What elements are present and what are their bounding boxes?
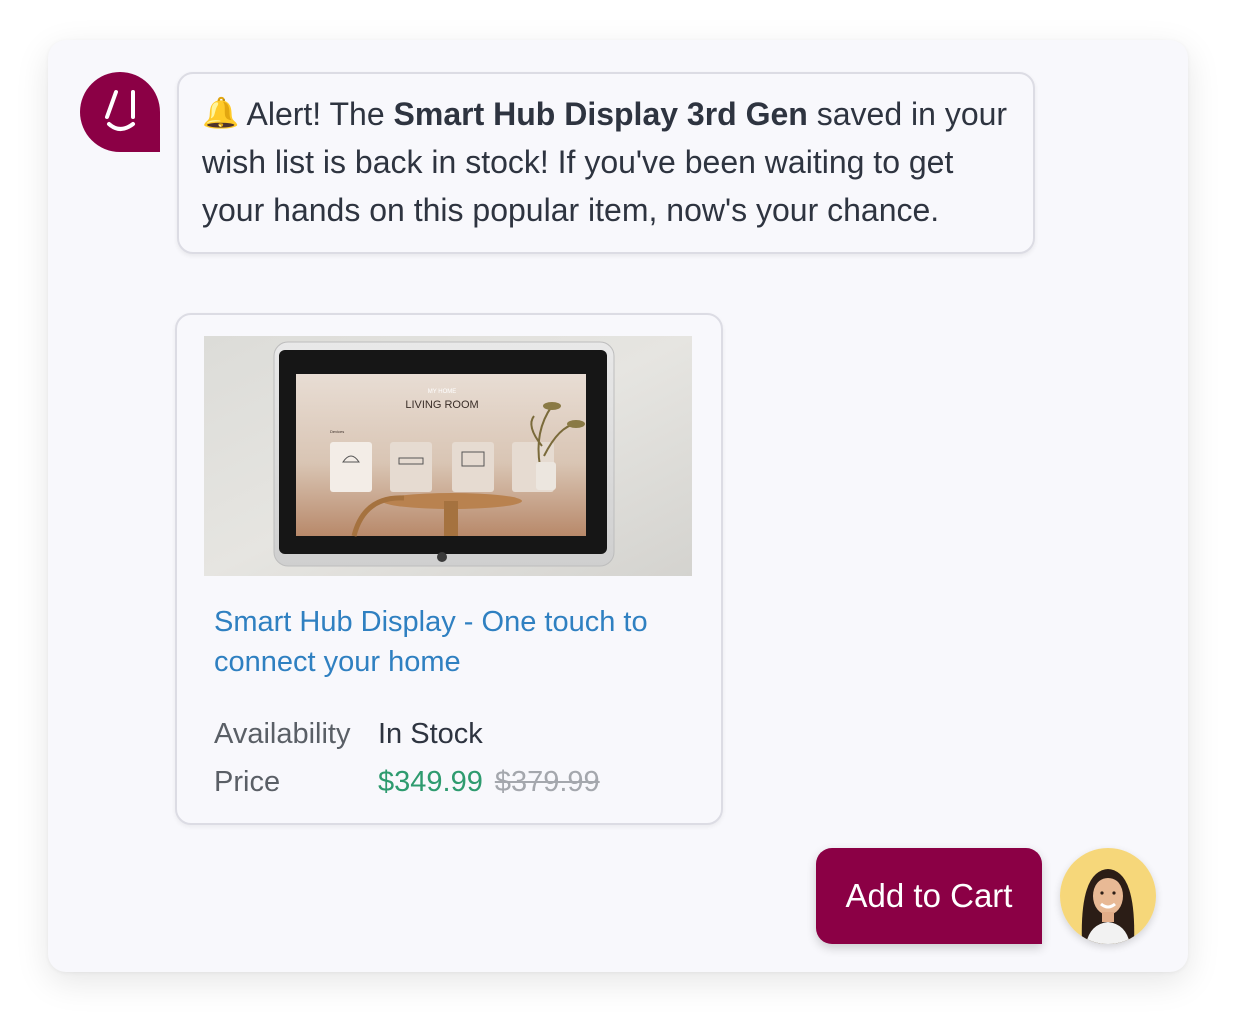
message-text-before: Alert! The [239,96,394,132]
message-product-name: Smart Hub Display 3rd Gen [393,96,808,132]
bell-icon: 🔔 [202,97,240,130]
ai-logo-icon [105,90,135,131]
user-avatar [1060,848,1156,944]
screen-devices-label: Devices [330,429,344,434]
bot-avatar: AI [80,72,160,152]
price-values: $349.99 $379.99 [378,764,600,800]
availability-label: Availability [214,718,351,750]
availability-value: In Stock [378,718,483,750]
product-image[interactable]: MY HOME LIVING ROOM Devices [204,336,692,576]
add-to-cart-button[interactable]: Add to Cart [816,848,1042,944]
bot-message-bubble: 🔔 Alert! The Smart Hub Display 3rd Gen s… [177,72,1035,254]
price-current: $349.99 [378,766,483,798]
product-title-link[interactable]: Smart Hub Display - One touch to connect… [214,602,694,682]
price-label: Price [214,766,281,798]
screen-title: LIVING ROOM [405,399,478,411]
screen-subtitle: MY HOME [428,389,457,395]
price-original: $379.99 [494,766,600,798]
